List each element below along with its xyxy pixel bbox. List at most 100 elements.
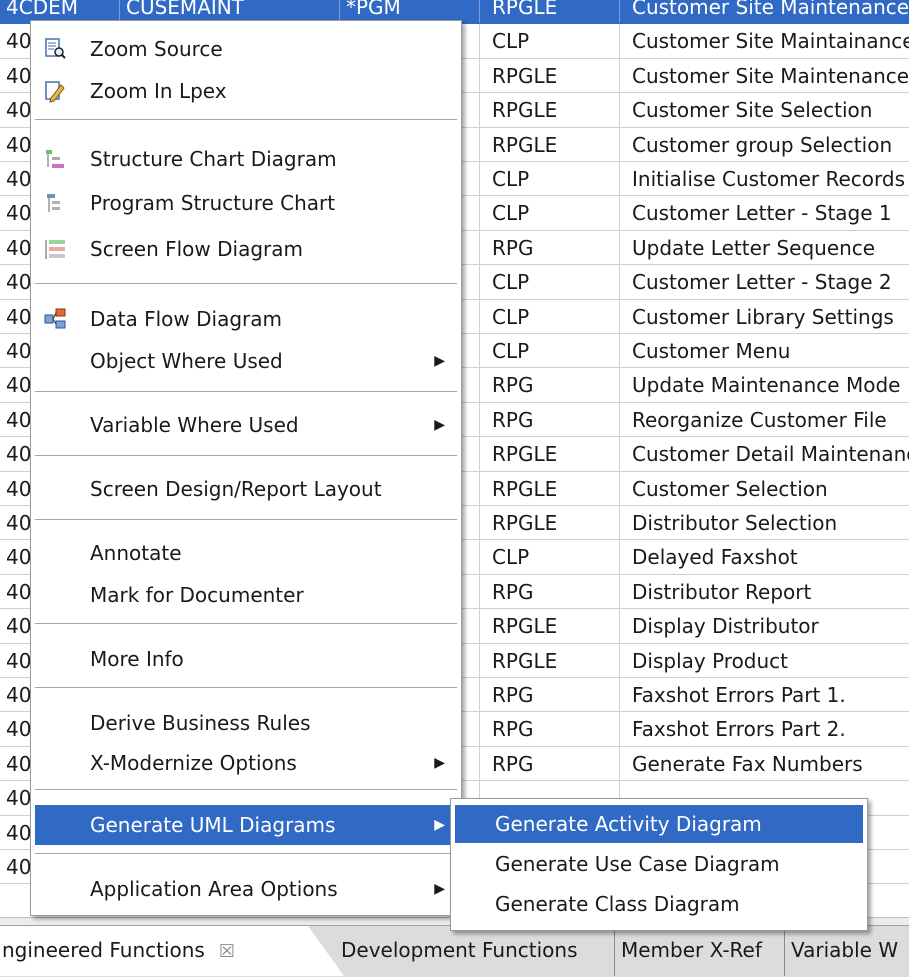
menu-item-label: Generate Class Diagram	[495, 892, 740, 916]
table-cell-type: RPGLE	[480, 0, 620, 24]
menu-separator	[35, 789, 457, 791]
screen-flow-icon	[45, 240, 65, 259]
table-cell-type: RPG	[480, 746, 620, 781]
submenu-arrow-icon: ▶	[434, 817, 445, 833]
menu-item-label: Zoom In Lpex	[90, 79, 227, 103]
zoom-source-icon	[45, 38, 66, 59]
menu-separator	[35, 391, 457, 393]
structure-chart-icon	[46, 150, 64, 168]
table-cell-type: CLP	[480, 265, 620, 299]
table-cell-type: CLP	[480, 196, 620, 230]
menu-item-label: Variable Where Used	[90, 413, 299, 437]
menu-item-label: Generate UML Diagrams	[90, 813, 336, 837]
menu-item-label: Data Flow Diagram	[90, 307, 282, 331]
menu-separator	[35, 623, 457, 625]
submenu-arrow-icon: ▶	[434, 755, 445, 771]
menu-item-screen-flow[interactable]: Screen Flow Diagram	[35, 229, 457, 269]
table-cell-type: CLP	[480, 162, 620, 196]
table-cell-description: Customer Site Maintainance	[632, 29, 909, 54]
tab-development-functions[interactable]: Development Functions	[335, 926, 615, 976]
menu-item-structure-chart[interactable]: Structure Chart Diagram	[35, 139, 457, 179]
menu-item-variable-where-used[interactable]: Variable Where Used ▶	[35, 405, 457, 445]
program-structure-icon	[47, 194, 60, 212]
menu-item-derive-rules[interactable]: Derive Business Rules	[35, 703, 457, 743]
table-cell-type: CLP	[480, 24, 620, 58]
view-tab-bar: ngineered Functions ☒ Development Functio…	[0, 925, 909, 977]
table-cell-type: RPG	[480, 402, 620, 437]
table-cell-description: Update Maintenance Mode	[632, 373, 901, 398]
table-cell-description: Distributor Selection	[632, 511, 838, 535]
menu-item-zoom-source[interactable]: Zoom Source	[35, 29, 457, 69]
table-cell-type: RPGLE	[480, 643, 620, 677]
table-cell-description: Generate Fax Numbers	[632, 751, 863, 776]
table-cell-description: Customer Letter - Stage 1	[632, 201, 892, 226]
tab-label: Member X-Ref	[621, 938, 762, 962]
table-cell-description: Faxshot Errors Part 2.	[632, 717, 846, 742]
table-cell-type: RPGLE	[480, 609, 620, 643]
menu-separator	[35, 853, 457, 855]
menu-item-mark-documenter[interactable]: Mark for Documenter	[35, 575, 457, 615]
table-cell-description: Customer group Selection	[632, 132, 893, 157]
menu-item-generate-activity[interactable]: Generate Activity Diagram	[455, 805, 863, 843]
menu-item-screen-design[interactable]: Screen Design/Report Layout	[35, 469, 457, 509]
menu-separator	[35, 687, 457, 689]
menu-item-more-info[interactable]: More Info	[35, 639, 457, 679]
menu-item-zoom-lpex[interactable]: Zoom In Lpex	[35, 71, 457, 111]
menu-item-data-flow[interactable]: Data Flow Diagram	[35, 299, 457, 339]
table-cell-description: Delayed Faxshot	[632, 545, 798, 570]
tab-label: Variable W	[791, 938, 899, 962]
menu-item-label: Generate Activity Diagram	[495, 812, 762, 836]
table-cell-description: Customer Site Selection	[632, 98, 873, 123]
menu-item-generate-class[interactable]: Generate Class Diagram	[455, 885, 863, 923]
tab-label: ngineered Functions	[2, 938, 205, 962]
context-menu: Zoom Source Zoom In Lpex Structure Chart…	[30, 20, 462, 916]
table-cell-type: CLP	[480, 299, 620, 333]
table-cell-description: Customer Menu	[632, 339, 791, 363]
menu-separator	[35, 455, 457, 457]
menu-item-label: Mark for Documenter	[90, 583, 304, 607]
table-cell-description: Display Product	[632, 648, 789, 673]
table-cell-description: Customer Library Settings	[632, 304, 894, 329]
tab-variable[interactable]: Variable W	[785, 926, 909, 976]
menu-item-program-structure[interactable]: Program Structure Chart	[35, 183, 457, 223]
menu-item-xmodernize[interactable]: X-Modernize Options ▶	[35, 743, 457, 783]
table-cell-type: CLP	[480, 334, 620, 368]
table-cell-type: RPGLE	[480, 506, 620, 540]
menu-separator	[35, 119, 457, 121]
tab-engineered-functions[interactable]: ngineered Functions ☒	[0, 926, 344, 976]
menu-item-generate-use-case[interactable]: Generate Use Case Diagram	[455, 845, 863, 883]
table-cell-type: RPGLE	[480, 127, 620, 161]
close-icon[interactable]: ☒	[219, 928, 235, 976]
menu-item-label: Application Area Options	[90, 877, 338, 901]
menu-item-label: Structure Chart Diagram	[90, 147, 337, 171]
table-cell-description: Initialise Customer Records	[632, 167, 906, 191]
tab-label: Development Functions	[341, 938, 578, 962]
menu-separator	[35, 283, 457, 285]
table-cell-type: CLP	[480, 540, 620, 574]
table-cell-type: RPG	[480, 368, 620, 402]
menu-item-label: Object Where Used	[90, 349, 283, 373]
menu-item-object-where-used[interactable]: Object Where Used ▶	[35, 341, 457, 381]
data-flow-icon	[44, 308, 66, 329]
menu-item-label: Program Structure Chart	[90, 191, 336, 215]
menu-item-app-area[interactable]: Application Area Options ▶	[35, 869, 457, 909]
menu-item-label: Annotate	[90, 541, 182, 565]
table-cell-description: Update Letter Sequence	[632, 235, 876, 260]
table-cell-description: Customer Site Maintenance	[632, 0, 909, 19]
menu-item-generate-uml[interactable]: Generate UML Diagrams ▶	[35, 805, 457, 845]
menu-item-label: Derive Business Rules	[90, 711, 311, 735]
table-cell-description: Customer Detail Maintenance	[632, 442, 909, 467]
table-cell-type: RPG	[480, 230, 620, 265]
menu-item-label: Screen Design/Report Layout	[90, 477, 382, 501]
edit-pencil-icon	[45, 81, 65, 103]
table-cell-type: RPG	[480, 678, 620, 712]
tab-member-xref[interactable]: Member X-Ref	[615, 926, 785, 976]
table-cell-description: Display Distributor	[632, 614, 819, 639]
menu-item-label: More Info	[90, 647, 184, 671]
menu-item-annotate[interactable]: Annotate	[35, 533, 457, 573]
menu-item-label: Screen Flow Diagram	[90, 237, 303, 261]
menu-item-label: Zoom Source	[90, 37, 223, 61]
menu-item-label: Generate Use Case Diagram	[495, 852, 780, 876]
table-cell-description: Customer Selection	[632, 476, 828, 501]
table-cell-type: RPG	[480, 574, 620, 609]
